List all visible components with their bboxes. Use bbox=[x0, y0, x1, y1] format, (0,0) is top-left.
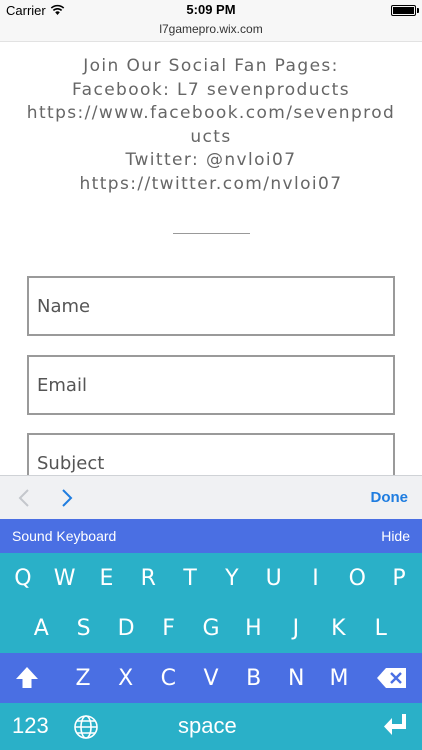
key-i[interactable]: I bbox=[297, 566, 333, 591]
previous-field-chevron-icon[interactable] bbox=[18, 488, 30, 513]
key-z[interactable]: Z bbox=[65, 666, 101, 691]
key-k[interactable]: K bbox=[320, 616, 356, 641]
key-b[interactable]: B bbox=[236, 666, 272, 691]
keyboard-row-4: 123 space bbox=[0, 703, 422, 750]
key-f[interactable]: F bbox=[151, 616, 187, 641]
clock: 5:09 PM bbox=[186, 2, 236, 17]
social-fan-pages-text: Join Our Social Fan Pages: Facebook: L7 … bbox=[0, 55, 422, 196]
key-j[interactable]: J bbox=[278, 616, 314, 641]
key-h[interactable]: H bbox=[235, 616, 271, 641]
key-l[interactable]: L bbox=[363, 616, 399, 641]
email-field-box bbox=[27, 355, 395, 415]
social-heading: Join Our Social Fan Pages: bbox=[83, 56, 339, 76]
key-t[interactable]: T bbox=[172, 566, 208, 591]
next-field-chevron-icon[interactable] bbox=[61, 488, 73, 513]
keyboard-row-3: Z X C V B N M bbox=[0, 653, 422, 703]
battery-tip bbox=[417, 8, 419, 13]
email-input[interactable] bbox=[37, 357, 387, 413]
address-bar[interactable]: l7gamepro.wix.com bbox=[0, 20, 422, 42]
name-field-box bbox=[27, 276, 395, 336]
battery-icon bbox=[391, 5, 416, 16]
key-e[interactable]: E bbox=[88, 566, 124, 591]
facebook-url-line-2: ucts bbox=[190, 126, 232, 147]
key-q[interactable]: Q bbox=[5, 566, 41, 591]
key-m[interactable]: M bbox=[321, 666, 357, 691]
twitter-url-line: https://twitter.com/nvloi07 bbox=[79, 173, 343, 194]
key-p[interactable]: P bbox=[381, 566, 417, 591]
section-divider bbox=[173, 233, 250, 234]
key-s[interactable]: S bbox=[66, 616, 102, 641]
backspace-icon[interactable] bbox=[376, 667, 408, 694]
globe-icon[interactable] bbox=[73, 714, 99, 745]
key-u[interactable]: U bbox=[256, 566, 292, 591]
key-w[interactable]: W bbox=[47, 566, 83, 591]
keyboard-row-1: Q W E R T Y U I O P bbox=[0, 553, 422, 603]
keyboard-row-3-letters: Z X C V B N M bbox=[65, 666, 357, 691]
done-button[interactable]: Done bbox=[371, 489, 409, 506]
key-y[interactable]: Y bbox=[214, 566, 250, 591]
numbers-key[interactable]: 123 bbox=[12, 713, 49, 739]
form-accessory-bar: Done bbox=[0, 475, 422, 519]
facebook-url-line-1: https://www.facebook.com/sevenprod bbox=[26, 103, 396, 123]
key-d[interactable]: D bbox=[108, 616, 144, 641]
name-input[interactable] bbox=[37, 278, 387, 334]
shift-arrow-icon[interactable] bbox=[14, 665, 40, 696]
space-key[interactable]: space bbox=[178, 713, 237, 739]
hide-keyboard-button[interactable]: Hide bbox=[381, 528, 410, 544]
return-arrow-icon[interactable] bbox=[382, 712, 408, 743]
url-text[interactable]: l7gamepro.wix.com bbox=[0, 22, 422, 36]
keyboard-row-2: A S D F G H J K L bbox=[0, 603, 422, 653]
facebook-line: Facebook: L7 sevenproducts bbox=[72, 79, 350, 100]
key-n[interactable]: N bbox=[278, 666, 314, 691]
key-a[interactable]: A bbox=[23, 616, 59, 641]
key-c[interactable]: C bbox=[150, 666, 186, 691]
keyboard-header: Sound Keyboard Hide bbox=[0, 519, 422, 553]
status-bar: Carrier 5:09 PM bbox=[0, 0, 422, 20]
key-v[interactable]: V bbox=[193, 666, 229, 691]
keyboard-title: Sound Keyboard bbox=[12, 528, 117, 544]
twitter-line: Twitter: @nvloi07 bbox=[125, 150, 297, 170]
key-g[interactable]: G bbox=[193, 616, 229, 641]
key-o[interactable]: O bbox=[339, 566, 375, 591]
key-x[interactable]: X bbox=[108, 666, 144, 691]
key-r[interactable]: R bbox=[130, 566, 166, 591]
